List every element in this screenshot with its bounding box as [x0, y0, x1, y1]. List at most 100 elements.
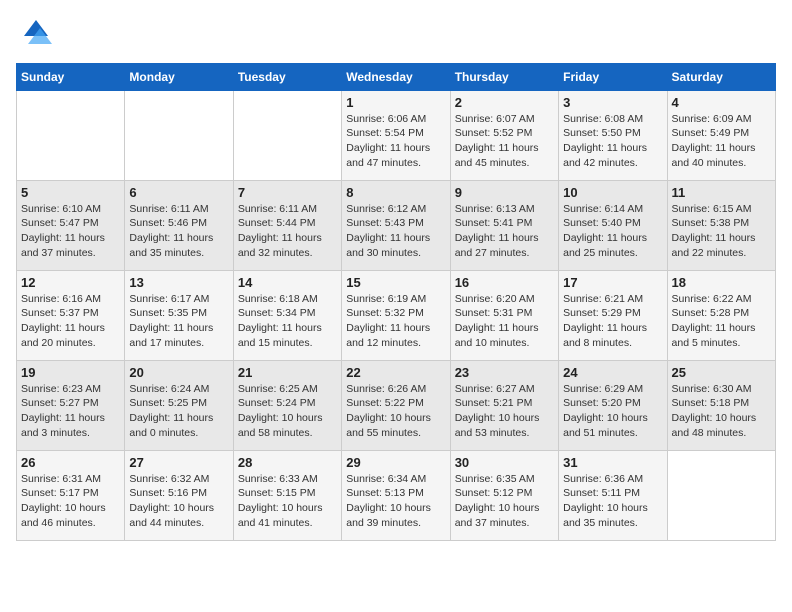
day-info: Sunrise: 6:16 AM Sunset: 5:37 PM Dayligh… — [21, 292, 120, 351]
day-number: 1 — [346, 95, 445, 110]
calendar-cell: 9 Sunrise: 6:13 AM Sunset: 5:41 PM Daylig… — [450, 180, 558, 270]
calendar-cell — [233, 90, 341, 180]
calendar-cell: 3Sunrise: 6:08 AM Sunset: 5:50 PM Daylig… — [559, 90, 667, 180]
logo — [16, 16, 52, 53]
day-number: 8 — [346, 185, 445, 200]
calendar-cell: 19Sunrise: 6:23 AM Sunset: 5:27 PM Dayli… — [17, 360, 125, 450]
calendar-cell: 23 Sunrise: 6:27 AM Sunset: 5:21 PM Dayli… — [450, 360, 558, 450]
calendar-cell: 13 Sunrise: 6:17 AM Sunset: 5:35 PM Dayli… — [125, 270, 233, 360]
calendar-header: SundayMondayTuesdayWednesdayThursdayFrid… — [17, 63, 776, 90]
day-info: Sunrise: 6:15 AM Sunset: 5:38 PM Dayligh… — [672, 202, 771, 261]
day-number: 14 — [238, 275, 337, 290]
day-info: Sunrise: 6:14 AM Sunset: 5:40 PM Dayligh… — [563, 202, 662, 261]
header-friday: Friday — [559, 63, 667, 90]
day-info: Sunrise: 6:06 AM Sunset: 5:54 PM Dayligh… — [346, 112, 445, 171]
day-info: Sunrise: 6:34 AM Sunset: 5:13 PM Dayligh… — [346, 472, 445, 531]
day-info: Sunrise: 6:35 AM Sunset: 5:12 PM Dayligh… — [455, 472, 554, 531]
day-number: 4 — [672, 95, 771, 110]
day-number: 29 — [346, 455, 445, 470]
day-info: Sunrise: 6:13 AM Sunset: 5:41 PM Dayligh… — [455, 202, 554, 261]
day-info: Sunrise: 6:29 AM Sunset: 5:20 PM Dayligh… — [563, 382, 662, 441]
day-info: Sunrise: 6:22 AM Sunset: 5:28 PM Dayligh… — [672, 292, 771, 351]
day-info: Sunrise: 6:26 AM Sunset: 5:22 PM Dayligh… — [346, 382, 445, 441]
header-row: SundayMondayTuesdayWednesdayThursdayFrid… — [17, 63, 776, 90]
day-info: Sunrise: 6:19 AM Sunset: 5:32 PM Dayligh… — [346, 292, 445, 351]
day-number: 21 — [238, 365, 337, 380]
day-info: Sunrise: 6:17 AM Sunset: 5:35 PM Dayligh… — [129, 292, 228, 351]
day-info: Sunrise: 6:27 AM Sunset: 5:21 PM Dayligh… — [455, 382, 554, 441]
calendar-cell: 21 Sunrise: 6:25 AM Sunset: 5:24 PM Dayli… — [233, 360, 341, 450]
calendar-cell: 30 Sunrise: 6:35 AM Sunset: 5:12 PM Dayli… — [450, 450, 558, 540]
calendar-cell: 25Sunrise: 6:30 AM Sunset: 5:18 PM Dayli… — [667, 360, 775, 450]
week-row-3: 19Sunrise: 6:23 AM Sunset: 5:27 PM Dayli… — [17, 360, 776, 450]
day-number: 30 — [455, 455, 554, 470]
day-number: 2 — [455, 95, 554, 110]
day-number: 15 — [346, 275, 445, 290]
header-monday: Monday — [125, 63, 233, 90]
header-sunday: Sunday — [17, 63, 125, 90]
day-number: 23 — [455, 365, 554, 380]
day-number: 17 — [563, 275, 662, 290]
calendar-cell: 15 Sunrise: 6:19 AM Sunset: 5:32 PM Dayli… — [342, 270, 450, 360]
calendar-cell — [125, 90, 233, 180]
calendar-cell — [667, 450, 775, 540]
day-number: 24 — [563, 365, 662, 380]
day-number: 5 — [21, 185, 120, 200]
calendar-cell: 28Sunrise: 6:33 AM Sunset: 5:15 PM Dayli… — [233, 450, 341, 540]
calendar-cell: 16 Sunrise: 6:20 AM Sunset: 5:31 PM Dayli… — [450, 270, 558, 360]
day-info: Sunrise: 6:31 AM Sunset: 5:17 PM Dayligh… — [21, 472, 120, 531]
day-info: Sunrise: 6:21 AM Sunset: 5:29 PM Dayligh… — [563, 292, 662, 351]
day-number: 18 — [672, 275, 771, 290]
day-info: Sunrise: 6:07 AM Sunset: 5:52 PM Dayligh… — [455, 112, 554, 171]
week-row-1: 5 Sunrise: 6:10 AM Sunset: 5:47 PM Daylig… — [17, 180, 776, 270]
calendar-cell: 8 Sunrise: 6:12 AM Sunset: 5:43 PM Daylig… — [342, 180, 450, 270]
day-number: 16 — [455, 275, 554, 290]
header-thursday: Thursday — [450, 63, 558, 90]
day-number: 19 — [21, 365, 120, 380]
calendar-cell: 24 Sunrise: 6:29 AM Sunset: 5:20 PM Dayli… — [559, 360, 667, 450]
calendar-cell: 31Sunrise: 6:36 AM Sunset: 5:11 PM Dayli… — [559, 450, 667, 540]
day-number: 11 — [672, 185, 771, 200]
day-info: Sunrise: 6:24 AM Sunset: 5:25 PM Dayligh… — [129, 382, 228, 441]
calendar-cell: 10 Sunrise: 6:14 AM Sunset: 5:40 PM Dayli… — [559, 180, 667, 270]
week-row-4: 26Sunrise: 6:31 AM Sunset: 5:17 PM Dayli… — [17, 450, 776, 540]
day-info: Sunrise: 6:36 AM Sunset: 5:11 PM Dayligh… — [563, 472, 662, 531]
day-info: Sunrise: 6:12 AM Sunset: 5:43 PM Dayligh… — [346, 202, 445, 261]
day-info: Sunrise: 6:11 AM Sunset: 5:46 PM Dayligh… — [129, 202, 228, 261]
week-row-2: 12 Sunrise: 6:16 AM Sunset: 5:37 PM Dayli… — [17, 270, 776, 360]
day-number: 9 — [455, 185, 554, 200]
calendar-cell: 6Sunrise: 6:11 AM Sunset: 5:46 PM Daylig… — [125, 180, 233, 270]
header-wednesday: Wednesday — [342, 63, 450, 90]
calendar-cell: 2 Sunrise: 6:07 AM Sunset: 5:52 PM Daylig… — [450, 90, 558, 180]
calendar-cell: 1 Sunrise: 6:06 AM Sunset: 5:54 PM Daylig… — [342, 90, 450, 180]
calendar-cell: 11 Sunrise: 6:15 AM Sunset: 5:38 PM Dayli… — [667, 180, 775, 270]
day-number: 10 — [563, 185, 662, 200]
week-row-0: 1 Sunrise: 6:06 AM Sunset: 5:54 PM Daylig… — [17, 90, 776, 180]
calendar-body: 1 Sunrise: 6:06 AM Sunset: 5:54 PM Daylig… — [17, 90, 776, 540]
day-info: Sunrise: 6:11 AM Sunset: 5:44 PM Dayligh… — [238, 202, 337, 261]
calendar-cell: 29 Sunrise: 6:34 AM Sunset: 5:13 PM Dayli… — [342, 450, 450, 540]
day-info: Sunrise: 6:18 AM Sunset: 5:34 PM Dayligh… — [238, 292, 337, 351]
day-info: Sunrise: 6:25 AM Sunset: 5:24 PM Dayligh… — [238, 382, 337, 441]
day-number: 12 — [21, 275, 120, 290]
calendar-table: SundayMondayTuesdayWednesdayThursdayFrid… — [16, 63, 776, 541]
day-info: Sunrise: 6:30 AM Sunset: 5:18 PM Dayligh… — [672, 382, 771, 441]
calendar-cell: 4 Sunrise: 6:09 AM Sunset: 5:49 PM Daylig… — [667, 90, 775, 180]
calendar-cell — [17, 90, 125, 180]
calendar-cell: 27 Sunrise: 6:32 AM Sunset: 5:16 PM Dayli… — [125, 450, 233, 540]
calendar-cell: 20Sunrise: 6:24 AM Sunset: 5:25 PM Dayli… — [125, 360, 233, 450]
day-number: 13 — [129, 275, 228, 290]
calendar-cell: 26Sunrise: 6:31 AM Sunset: 5:17 PM Dayli… — [17, 450, 125, 540]
day-info: Sunrise: 6:20 AM Sunset: 5:31 PM Dayligh… — [455, 292, 554, 351]
calendar-cell: 14 Sunrise: 6:18 AM Sunset: 5:34 PM Dayli… — [233, 270, 341, 360]
calendar-cell: 17 Sunrise: 6:21 AM Sunset: 5:29 PM Dayli… — [559, 270, 667, 360]
calendar-cell: 12 Sunrise: 6:16 AM Sunset: 5:37 PM Dayli… — [17, 270, 125, 360]
day-info: Sunrise: 6:09 AM Sunset: 5:49 PM Dayligh… — [672, 112, 771, 171]
calendar-cell: 22Sunrise: 6:26 AM Sunset: 5:22 PM Dayli… — [342, 360, 450, 450]
logo-icon — [20, 16, 52, 48]
day-info: Sunrise: 6:10 AM Sunset: 5:47 PM Dayligh… — [21, 202, 120, 261]
day-info: Sunrise: 6:33 AM Sunset: 5:15 PM Dayligh… — [238, 472, 337, 531]
day-number: 27 — [129, 455, 228, 470]
header-saturday: Saturday — [667, 63, 775, 90]
day-info: Sunrise: 6:32 AM Sunset: 5:16 PM Dayligh… — [129, 472, 228, 531]
